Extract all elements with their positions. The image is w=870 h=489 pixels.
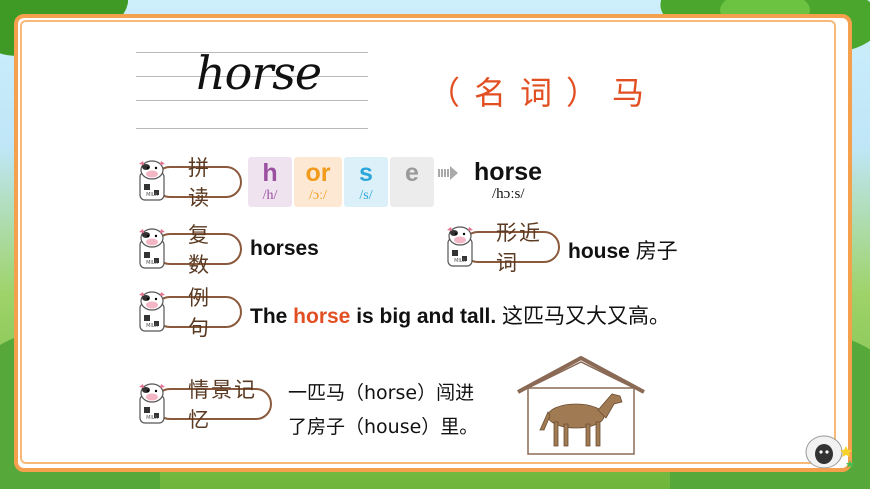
similar-word: house 房子	[568, 235, 678, 265]
similar-word-meaning: 房子	[635, 240, 678, 263]
phonics-result: horse	[474, 158, 543, 186]
phonics-segment-or: or /ɔː/	[294, 157, 342, 207]
plural-value: horses	[250, 237, 319, 260]
label-similar-word: 形近词	[462, 221, 560, 275]
label-plural-text: 复数	[188, 223, 211, 277]
segment-letters: h	[262, 159, 278, 187]
segment-ipa: /s/	[359, 188, 373, 203]
similar-word-en: house	[568, 240, 630, 263]
segment-letters: e	[405, 159, 419, 187]
memory-line-1: 一匹马（horse）闯进	[288, 382, 475, 404]
arrow-right-icon	[438, 166, 458, 180]
segment-ipa: /h/	[262, 188, 278, 203]
label-memory-text: 情景记忆	[188, 378, 257, 432]
phonics-result-ipa: /hɔːs/	[492, 186, 525, 202]
label-similar-word-text: 形近词	[496, 221, 542, 275]
phonics-segment-h: h /h/	[248, 157, 292, 207]
word-title: horse	[196, 46, 322, 100]
cow-mascot-icon	[138, 291, 166, 332]
example-highlight: horse	[293, 305, 351, 328]
label-example-text: 例句	[188, 286, 211, 340]
example-pre: The	[250, 305, 294, 328]
horse-in-house-illustration	[517, 356, 645, 455]
segment-letters: s	[359, 159, 373, 187]
cow-mascot-icon	[446, 226, 474, 267]
example-sentence: The horse is big and tall. 这匹马又大又高。	[250, 300, 670, 330]
phonics-segment-s: s /s/	[344, 157, 388, 207]
label-memory: 情景记忆	[154, 378, 272, 432]
example-post: is big and tall.	[350, 305, 497, 328]
cow-mascot-icon	[138, 160, 166, 201]
sheep-mascot-icon	[805, 435, 854, 469]
segment-letters: or	[305, 159, 331, 187]
segment-ipa: /ɔː/	[309, 188, 327, 203]
cow-mascot-icon	[138, 228, 166, 269]
label-pinyin-text: 拼读	[188, 156, 211, 210]
memory-line-2: 了房子（house）里。	[288, 416, 479, 438]
word-meaning: （名词）马	[428, 74, 659, 112]
example-translation: 这匹马又大又高。	[496, 305, 671, 328]
phonics-segment-e: e	[390, 157, 434, 207]
cow-mascot-icon	[138, 383, 166, 424]
